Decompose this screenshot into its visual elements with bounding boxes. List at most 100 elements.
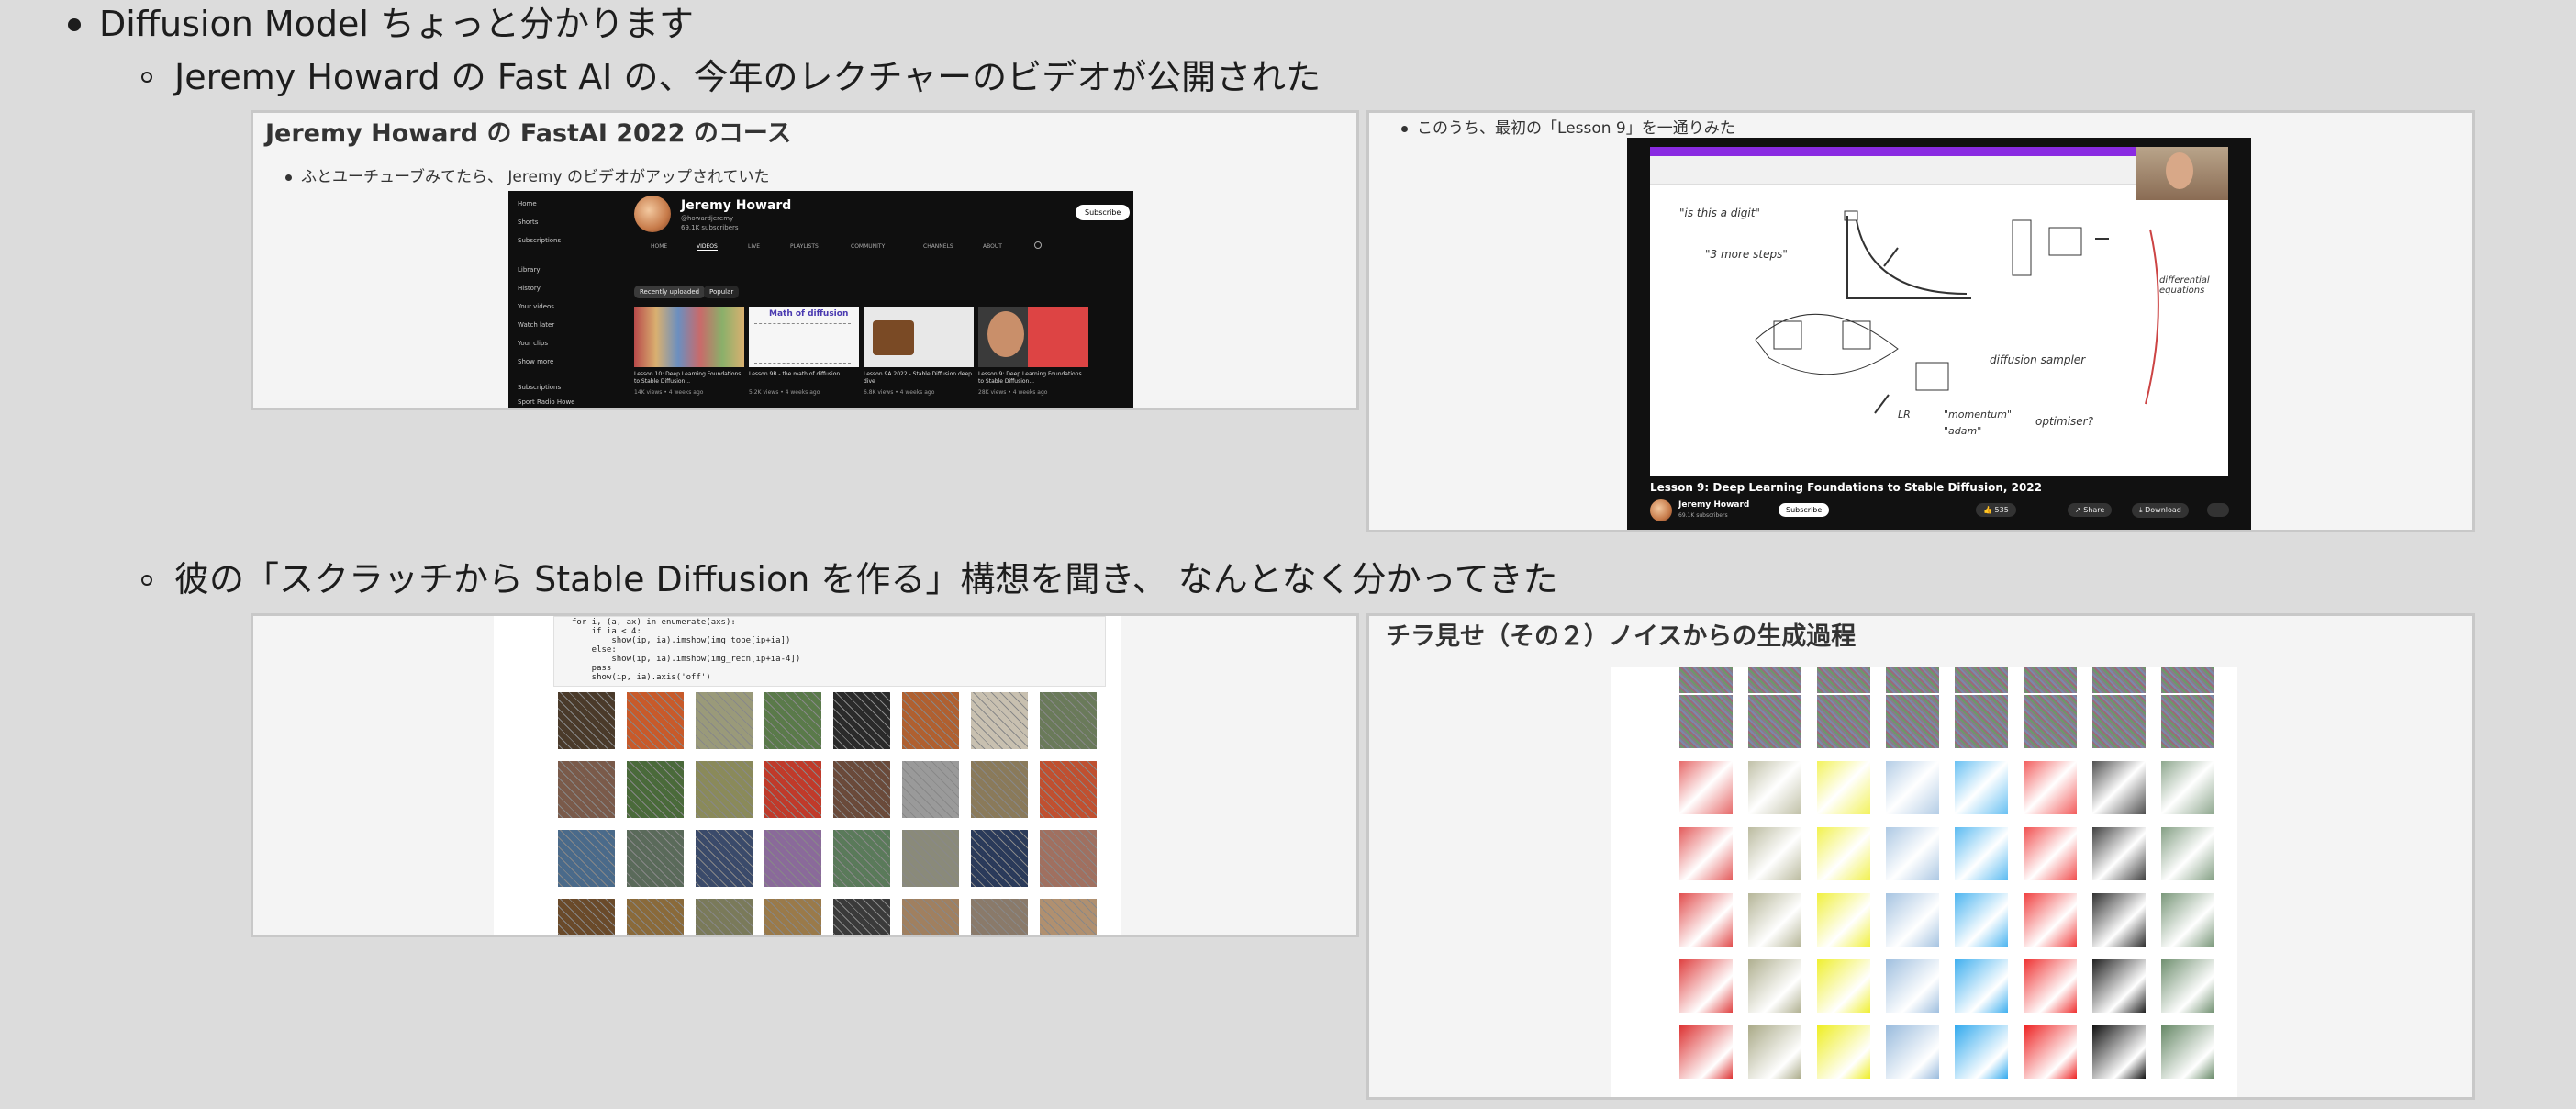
video-title: Lesson 9B - the math of diffusion [749, 371, 841, 377]
sample-image [833, 830, 890, 887]
sample-image [971, 899, 1028, 935]
noise-step-image [2161, 893, 2214, 947]
sidebar-item: Watch later [518, 321, 555, 329]
noise-step-image [2024, 667, 2077, 693]
noise-step-image [1886, 1025, 1939, 1079]
noise-step-image [2161, 695, 2214, 748]
noise-progression-grid [1611, 667, 2237, 1097]
sample-image [696, 761, 753, 818]
noise-step-image [1955, 893, 2008, 947]
noise-step-image [1886, 893, 1939, 947]
noise-grid-screenshot [1611, 667, 2237, 1097]
noise-step-image [1886, 959, 1939, 1013]
sample-image-grid [494, 616, 1121, 935]
thumb-label: Math of diffusion [769, 309, 849, 319]
sample-image [558, 830, 615, 887]
noise-step-image [2092, 1025, 2146, 1079]
thumbs-up-icon: 👍 [1983, 506, 1995, 514]
handwritten-note: "is this a digit" [1679, 207, 1760, 219]
video-meta: 6.8K views • 4 weeks ago [864, 389, 935, 396]
noise-step-image [1748, 761, 1801, 814]
video-thumbnail [634, 307, 744, 367]
noise-step-image [2024, 959, 2077, 1013]
sample-image [971, 830, 1028, 887]
notebook-screenshot: for i, (a, ax) in enumerate(axs): if ia … [494, 616, 1121, 935]
sidebar-item: Your clips [518, 340, 548, 347]
sample-image [627, 899, 684, 935]
noise-step-image [2024, 761, 2077, 814]
slide-lesson9[interactable]: このうち、最初の「Lesson 9」を一通りみた "is this a digi… [1366, 110, 2475, 532]
sample-image [971, 692, 1028, 749]
subscribe-button: Subscribe [1076, 205, 1131, 220]
video-thumbnail: Math of diffusion [749, 307, 859, 367]
youtube-sidebar: Home Shorts Subscriptions Library Histor… [508, 191, 623, 408]
noise-step-image [2092, 667, 2146, 693]
noise-step-image [1748, 827, 1801, 880]
handwritten-note: LR [1898, 409, 1911, 420]
sample-image [764, 692, 821, 749]
handwritten-note: differential equations [2159, 275, 2210, 296]
sub-bullet-stable-diffusion: 彼の「スクラッチから Stable Diffusion を作る」構想を聞き、 な… [174, 559, 1558, 599]
noise-step-image [1817, 761, 1870, 814]
noise-step-image [1817, 893, 1870, 947]
noise-step-image [2092, 695, 2146, 748]
channel-name: Jeremy Howard [681, 198, 792, 213]
bullet-top: Diffusion Model ちょっと分かります [99, 4, 695, 44]
slide-bullet-text: このうち、最初の「Lesson 9」を一通りみた [1401, 115, 1735, 138]
noise-step-image [1679, 893, 1733, 947]
sample-image [902, 761, 959, 818]
channel-subs: 69.1K subscribers [681, 224, 739, 231]
sidebar-item: Shorts [518, 218, 539, 226]
noise-step-image [1955, 695, 2008, 748]
more-button: ⋯ [2207, 503, 2229, 517]
slide-fastai-course[interactable]: Jeremy Howard の FastAI 2022 のコース ふとユーチュー… [251, 110, 1359, 410]
noise-step-image [1886, 695, 1939, 748]
noise-step-image [2024, 695, 2077, 748]
download-button: ⤓ Download [2132, 503, 2189, 518]
sample-image [902, 830, 959, 887]
video-title: Lesson 9: Deep Learning Foundations to S… [1650, 481, 2042, 494]
noise-step-image [2161, 1025, 2214, 1079]
noise-step-image [1817, 827, 1870, 880]
noise-step-image [2161, 959, 2214, 1013]
slide-notebook-samples[interactable]: for i, (a, ax) in enumerate(axs): if ia … [251, 613, 1359, 937]
channel-tab: VIDEOS [697, 243, 718, 251]
channel-tab: HOME [651, 243, 668, 250]
sidebar-item: Library [518, 266, 541, 274]
noise-step-image [1886, 761, 1939, 814]
sample-image [833, 899, 890, 935]
slide-noise-generation[interactable]: チラ見せ（その２）ノイスからの生成過程 [1366, 613, 2475, 1100]
noise-step-image [2161, 827, 2214, 880]
chip-recent: Recently uploaded [634, 286, 706, 298]
video-meta: 14K views • 4 weeks ago [634, 389, 704, 396]
sample-image [764, 830, 821, 887]
bullet-dot [68, 18, 81, 31]
video-thumbnail [978, 307, 1088, 367]
sub-bullet-circle [141, 575, 152, 586]
sample-image [1040, 692, 1097, 749]
noise-step-image [1748, 695, 1801, 748]
sample-image [558, 692, 615, 749]
sample-image [627, 692, 684, 749]
sample-image [1040, 830, 1097, 887]
sample-image [764, 899, 821, 935]
sample-image [764, 761, 821, 818]
noise-step-image [1955, 827, 2008, 880]
handwritten-note: "adam" [1944, 425, 1982, 437]
sample-image [833, 692, 890, 749]
share-icon: ↗ [2075, 506, 2084, 514]
whiteboard: "is this a digit" "3 more steps" diffusi… [1650, 147, 2228, 476]
handwritten-note: optimiser? [2035, 415, 2093, 428]
sample-image [971, 761, 1028, 818]
noise-step-image [1679, 761, 1733, 814]
channel-tab: ABOUT [983, 243, 1002, 250]
whiteboard-sketch [1755, 210, 2159, 414]
handwritten-note: diffusion sampler [1990, 353, 2086, 366]
noise-step-image [1679, 827, 1733, 880]
channel-tab: LIVE [748, 243, 761, 250]
sidebar-item: History [518, 285, 541, 292]
sub-bullet-circle [141, 72, 152, 83]
video-thumbnail [864, 307, 974, 367]
channel-avatar [1650, 499, 1672, 521]
noise-step-image [1817, 667, 1870, 693]
